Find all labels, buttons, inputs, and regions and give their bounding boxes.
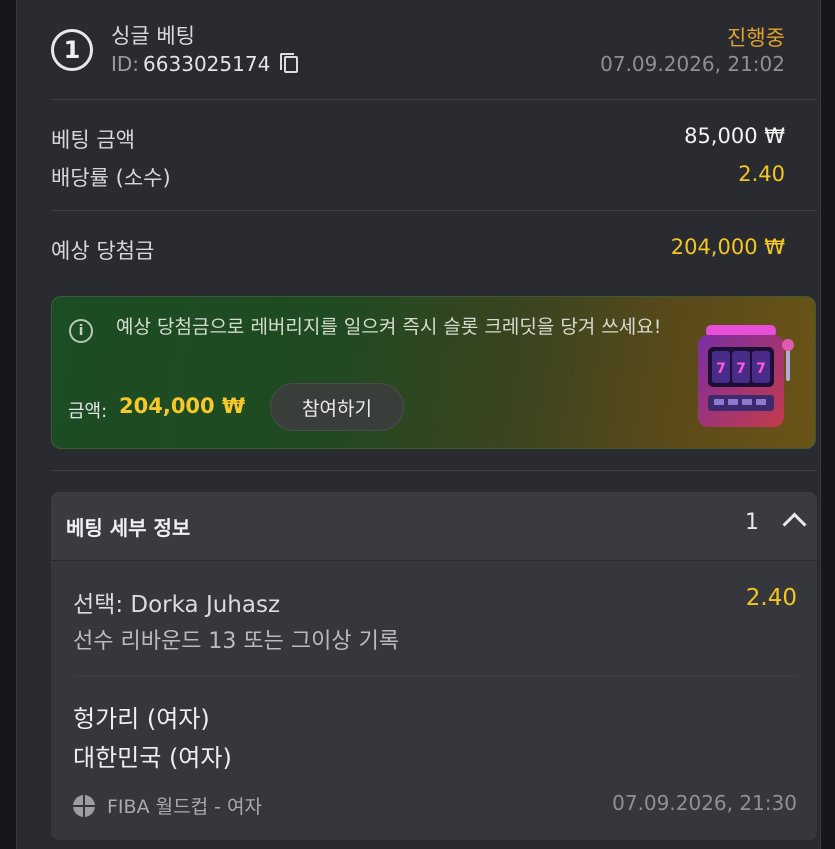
away-team: 대한민국 (여자)	[73, 744, 232, 772]
bet-details-header[interactable]: 베팅 세부 정보 1	[51, 492, 817, 560]
bet-card: 1 싱글 베팅 ID: 6633025174 진행중 07.09.2026, 2…	[16, 0, 821, 849]
slot-reel-1: 7	[716, 361, 726, 377]
selection-odds: 2.40	[745, 585, 797, 611]
info-icon: i	[69, 319, 93, 343]
stake-value: 85,000 ₩	[684, 124, 785, 148]
home-team: 헝가리 (여자)	[73, 705, 210, 733]
slot-reel-3: 7	[756, 361, 766, 377]
bet-details-title: 베팅 세부 정보	[66, 516, 191, 540]
slot-reel-2: 7	[736, 361, 746, 377]
league-row: FIBA 월드컵 - 여자	[73, 792, 262, 819]
stake-label: 베팅 금액	[51, 128, 135, 152]
bet-id-value: 6633025174	[143, 52, 271, 76]
divider	[51, 99, 817, 100]
payout-label: 예상 당첨금	[51, 239, 155, 263]
divider	[73, 675, 797, 676]
bet-datetime: 07.09.2026, 21:02	[600, 52, 785, 76]
payout-value: 204,000 ₩	[670, 235, 785, 259]
market-description: 선수 리바운드 13 또는 그이상 기록	[73, 629, 400, 654]
match-time: 07.09.2026, 21:30	[612, 791, 797, 815]
promo-amount-label: 금액:	[68, 401, 108, 422]
odds-value: 2.40	[738, 162, 785, 186]
slot-promo-banner: i 예상 당첨금으로 레버리지를 일으켜 즉시 슬롯 크레딧을 당겨 쓰세요! …	[51, 296, 816, 449]
leg-number-badge: 1	[51, 29, 93, 71]
bet-id-label: ID:	[111, 52, 140, 76]
chevron-up-icon[interactable]	[782, 512, 807, 537]
odds-label: 배당률 (소수)	[51, 166, 171, 190]
promo-text: 예상 당첨금으로 레버리지를 일으켜 즉시 슬롯 크레딧을 당겨 쓰세요!	[116, 316, 662, 338]
bet-details-panel: 선택: Dorka Juhasz 2.40 선수 리바운드 13 또는 그이상 …	[51, 561, 817, 840]
bet-details-count: 1	[745, 510, 759, 535]
bet-id-row: ID: 6633025174	[111, 52, 299, 76]
bet-type-title: 싱글 베팅	[111, 24, 195, 48]
status-badge: 진행중	[727, 26, 785, 50]
copy-icon[interactable]	[280, 52, 299, 73]
promo-amount-value: 204,000 ₩	[119, 394, 246, 418]
basketball-icon	[73, 794, 95, 817]
league-name: FIBA 월드컵 - 여자	[107, 796, 262, 818]
join-button[interactable]: 참여하기	[270, 383, 404, 431]
divider	[51, 210, 817, 211]
divider	[51, 470, 817, 471]
slot-machine-icon: 7 7 7	[698, 325, 794, 427]
selection-name: 선택: Dorka Juhasz	[73, 592, 281, 618]
